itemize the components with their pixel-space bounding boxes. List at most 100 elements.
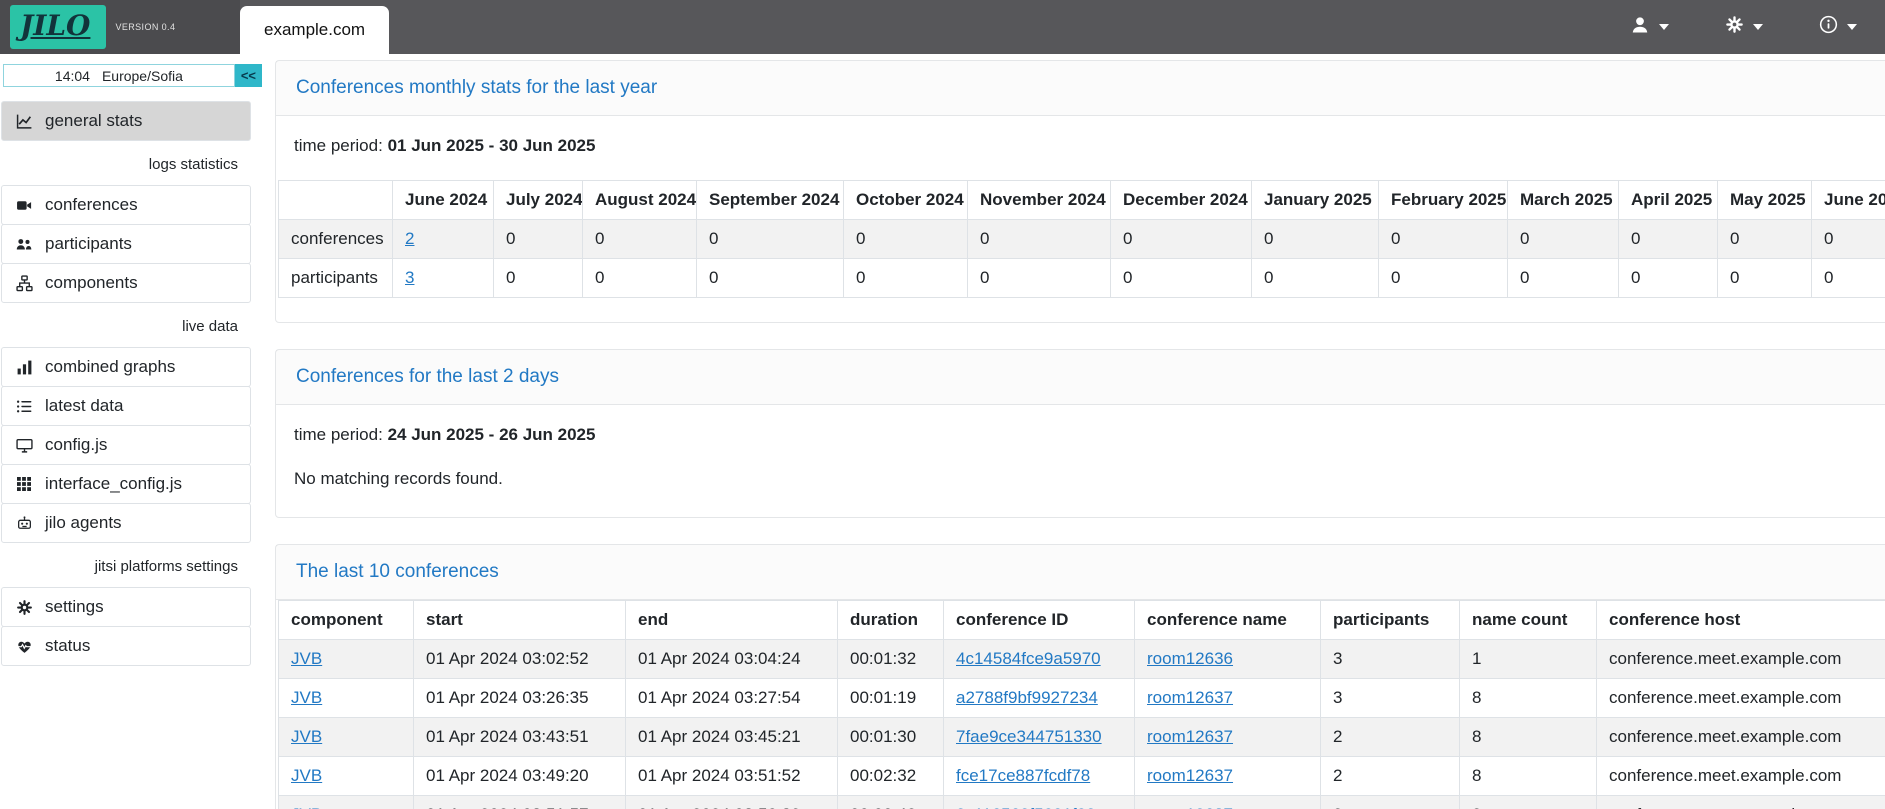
table-cell: JVB: [279, 679, 414, 718]
table-cell: conference.meet.example.com: [1597, 640, 1885, 679]
sidebar-item-label: latest data: [45, 396, 123, 416]
bar-chart-icon: [14, 358, 34, 376]
card-title-last-10[interactable]: The last 10 conferences: [296, 561, 499, 582]
table-cell: 0: [1252, 259, 1379, 298]
empty-message: No matching records found.: [294, 469, 1885, 489]
table-cell: 0: [968, 220, 1111, 259]
column-header: component: [279, 601, 414, 640]
card-header: Conferences for the last 2 days: [276, 350, 1885, 405]
conference-name-link[interactable]: room12636: [1147, 649, 1233, 668]
table-cell: 3: [393, 259, 494, 298]
conference-id-link[interactable]: a2788f9bf9927234: [956, 688, 1098, 707]
table-cell: JVB: [279, 757, 414, 796]
sidebar-item-participants[interactable]: participants: [1, 224, 251, 264]
robot-icon: [14, 514, 34, 532]
component-link[interactable]: JVB: [291, 766, 322, 785]
table-cell: 01 Apr 2024 03:51:52: [626, 757, 838, 796]
user-menu[interactable]: [1630, 15, 1669, 40]
table-cell: 8: [1460, 718, 1597, 757]
column-header: conference name: [1135, 601, 1321, 640]
table-cell: 3: [1321, 679, 1460, 718]
table-cell: 00:01:30: [838, 718, 944, 757]
people-icon: [14, 235, 34, 253]
component-link[interactable]: JVB: [291, 688, 322, 707]
table-cell: 8: [1460, 796, 1597, 809]
column-header: June 2025: [1812, 181, 1885, 220]
components-icon: [14, 274, 34, 292]
conference-id-link[interactable]: 7fae9ce344751330: [956, 727, 1102, 746]
sidebar-item-label: status: [45, 636, 90, 656]
sidebar-item-general-stats[interactable]: general stats: [1, 101, 251, 141]
table-cell: 0: [583, 259, 697, 298]
table-cell: 4c14584fce9a5970: [944, 640, 1135, 679]
table-cell: JVB: [279, 796, 414, 809]
settings-menu[interactable]: [1725, 15, 1763, 39]
table-row: JVB 01 Apr 2024 03:49:20 01 Apr 2024 03:…: [279, 757, 1885, 796]
card-header: The last 10 conferences: [276, 545, 1885, 600]
last10-conferences-card: The last 10 conferences component start …: [275, 544, 1885, 809]
sidebar-item-components[interactable]: components: [1, 263, 251, 303]
table-cell: 01 Apr 2024 03:43:51: [414, 718, 626, 757]
column-header: participants: [1321, 601, 1460, 640]
table-cell: 0: [1718, 220, 1812, 259]
table-cell: 0: [494, 259, 583, 298]
conference-name-link[interactable]: room12637: [1147, 805, 1233, 809]
table-cell: 0: [697, 220, 844, 259]
conference-name-link[interactable]: room12637: [1147, 727, 1233, 746]
sidebar-item-combined-graphs[interactable]: combined graphs: [1, 347, 251, 387]
topbar-actions: [1630, 0, 1885, 54]
conference-id-link[interactable]: 4c14584fce9a5970: [956, 649, 1101, 668]
gear-icon: [1725, 15, 1744, 39]
table-cell: 0: [1812, 220, 1885, 259]
table-cell: 0: [1379, 220, 1508, 259]
time-period-value: 01 Jun 2025 - 30 Jun 2025: [388, 136, 596, 155]
sidebar-item-label: components: [45, 273, 138, 293]
conference-id-link[interactable]: 8c116568f5201f28: [956, 805, 1096, 809]
table-cell: 8: [1460, 757, 1597, 796]
table-cell: 0: [968, 259, 1111, 298]
table-row: JVB 01 Apr 2024 03:02:52 01 Apr 2024 03:…: [279, 640, 1885, 679]
component-link[interactable]: JVB: [291, 805, 322, 809]
participants-count-link[interactable]: 3: [405, 268, 414, 287]
table-cell: 01 Apr 2024 03:52:39: [626, 796, 838, 809]
conference-name-link[interactable]: room12637: [1147, 766, 1233, 785]
card-title-last-2-days[interactable]: Conferences for the last 2 days: [296, 366, 559, 387]
sidebar-item-interface-config-js[interactable]: interface_config.js: [1, 464, 251, 504]
sidebar-item-settings[interactable]: settings: [1, 587, 251, 627]
display-icon: [14, 436, 34, 454]
column-header: [279, 181, 393, 220]
table-cell: conference.meet.example.com: [1597, 718, 1885, 757]
card-body: time period: 01 Jun 2025 - 30 Jun 2025 J…: [276, 116, 1885, 322]
card-title-monthly-stats[interactable]: Conferences monthly stats for the last y…: [296, 77, 657, 98]
column-header: March 2025: [1508, 181, 1619, 220]
table-cell: room12637: [1135, 679, 1321, 718]
component-link[interactable]: JVB: [291, 727, 322, 746]
table-cell: 01 Apr 2024 03:49:20: [414, 757, 626, 796]
sidebar-collapse-button[interactable]: <<: [235, 64, 262, 87]
column-header: conference host: [1597, 601, 1885, 640]
column-header: start: [414, 601, 626, 640]
table-cell: 0: [697, 259, 844, 298]
info-menu[interactable]: [1819, 15, 1857, 39]
column-header: duration: [838, 601, 944, 640]
conference-name-link[interactable]: room12637: [1147, 688, 1233, 707]
sidebar-item-latest-data[interactable]: latest data: [1, 386, 251, 426]
row-label: participants: [279, 259, 393, 298]
sidebar-item-conferences[interactable]: conferences: [1, 185, 251, 225]
sidebar-item-jilo-agents[interactable]: jilo agents: [1, 503, 251, 543]
table-cell: 1: [1460, 640, 1597, 679]
table-cell: 01 Apr 2024 03:45:21: [626, 718, 838, 757]
table-cell: room12637: [1135, 757, 1321, 796]
jilo-logo[interactable]: JILO: [10, 5, 106, 49]
sidebar-item-config-js[interactable]: config.js: [1, 425, 251, 465]
component-link[interactable]: JVB: [291, 649, 322, 668]
column-header: May 2025: [1718, 181, 1812, 220]
conference-id-link[interactable]: fce17ce887fcdf78: [956, 766, 1090, 785]
table-cell: fce17ce887fcdf78: [944, 757, 1135, 796]
table-cell: 00:02:32: [838, 757, 944, 796]
sidebar-item-status[interactable]: status: [1, 626, 251, 666]
conferences-count-link[interactable]: 2: [405, 229, 414, 248]
table-cell: 2: [1321, 718, 1460, 757]
info-icon: [1819, 15, 1838, 39]
tab-example-com[interactable]: example.com: [240, 6, 389, 54]
